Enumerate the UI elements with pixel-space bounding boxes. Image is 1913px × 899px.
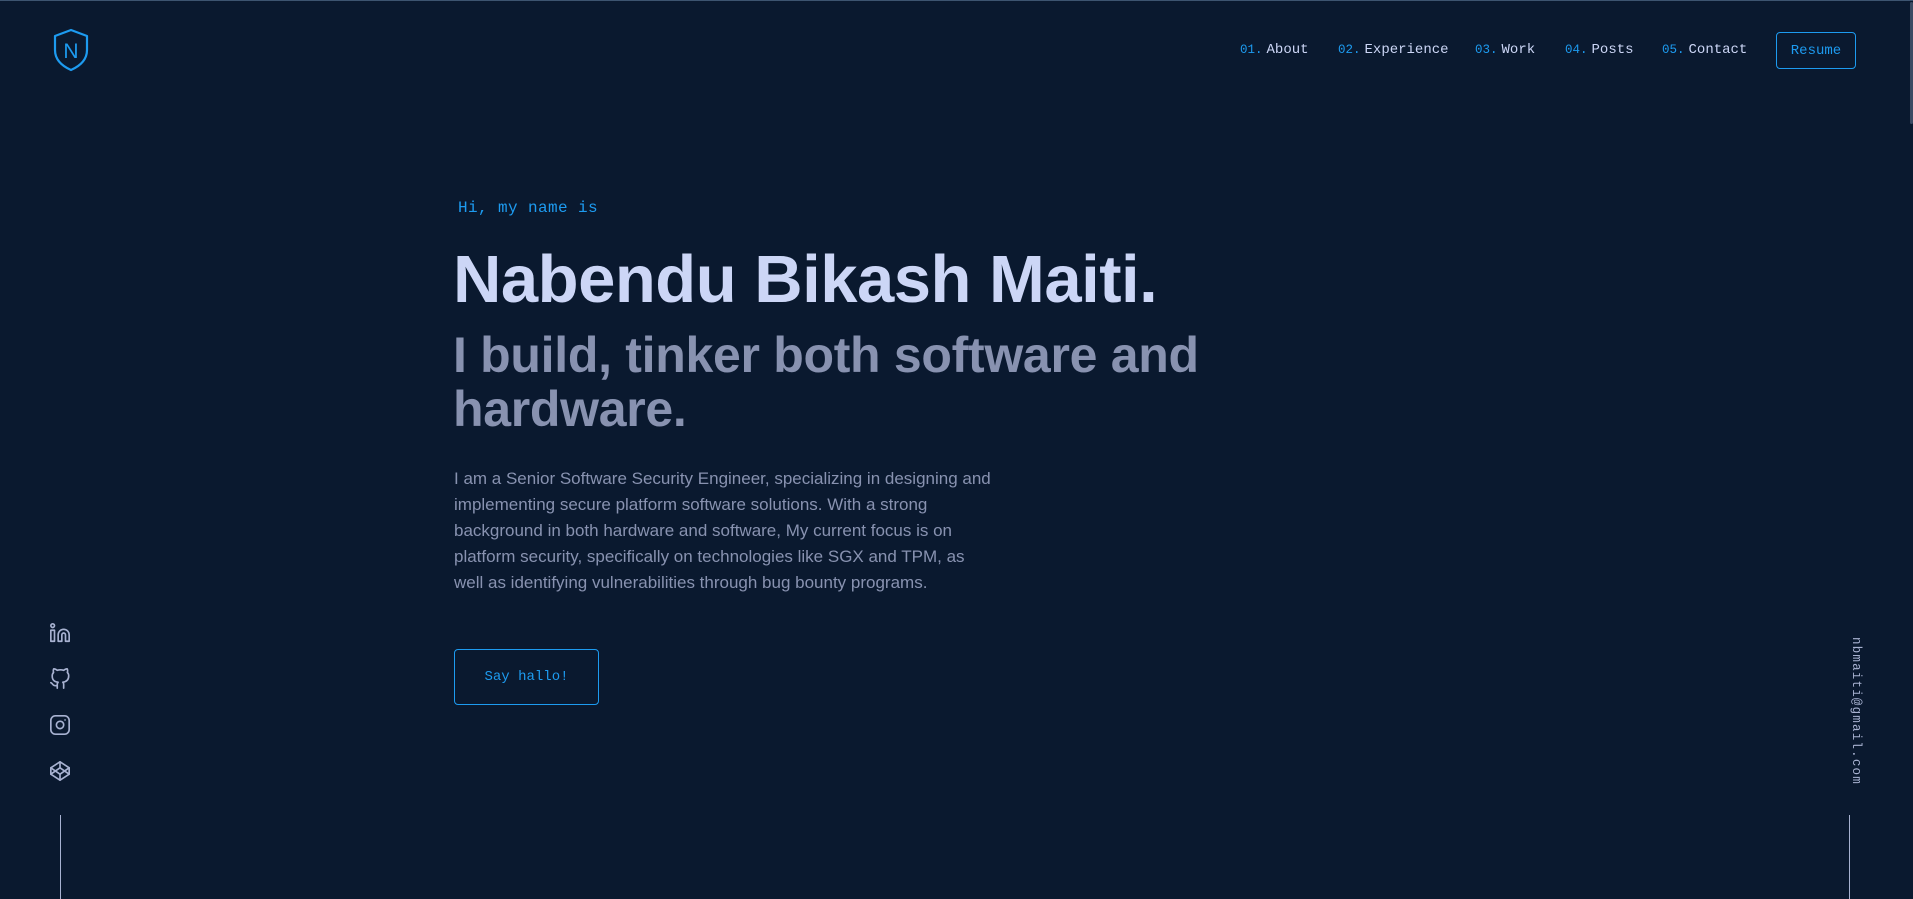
nav-item-about[interactable]: 01. About	[1240, 42, 1309, 58]
hero-tagline: I build, tinker both software and hardwa…	[453, 327, 1199, 437]
top-border	[0, 0, 1913, 1]
nav-item-contact[interactable]: 05. Contact	[1662, 42, 1747, 58]
nav-label: About	[1266, 42, 1309, 58]
logo-letter: N	[63, 40, 78, 63]
nav-item-posts[interactable]: 04. Posts	[1565, 42, 1634, 58]
nav-number: 03.	[1475, 43, 1498, 57]
resume-button[interactable]: Resume	[1776, 32, 1856, 69]
nav-number: 04.	[1565, 43, 1588, 57]
greeting-text: Hi, my name is	[458, 199, 599, 217]
nav-label: Contact	[1688, 42, 1748, 58]
nav-number: 05.	[1662, 43, 1685, 57]
hero-bio: I am a Senior Software Security Engineer…	[454, 469, 991, 592]
instagram-icon	[50, 715, 70, 735]
linkedin-icon	[50, 623, 70, 643]
social-divider-line	[60, 815, 61, 899]
email-link[interactable]: nbmaiti@gmail.com	[1849, 637, 1863, 785]
nav-label: Experience	[1364, 42, 1449, 58]
nav-number: 02.	[1338, 43, 1361, 57]
nav-label: Work	[1501, 42, 1536, 58]
nav-label: Posts	[1591, 42, 1634, 58]
say-hallo-button[interactable]: Say hallo!	[454, 649, 599, 705]
linkedin-link[interactable]	[48, 621, 72, 645]
codepen-link[interactable]	[48, 759, 72, 783]
shield-logo-icon: N	[53, 28, 89, 72]
email-divider-line	[1849, 815, 1850, 899]
logo-link[interactable]: N	[52, 28, 90, 72]
nav-number: 01.	[1240, 43, 1263, 57]
github-icon	[50, 668, 70, 689]
nav-item-experience[interactable]: 02. Experience	[1338, 42, 1449, 58]
hero-name: Nabendu Bikash Maiti.	[453, 242, 1158, 317]
codepen-icon	[50, 761, 70, 781]
nav-item-work[interactable]: 03. Work	[1475, 42, 1535, 58]
github-link[interactable]	[48, 667, 72, 691]
instagram-link[interactable]	[48, 713, 72, 737]
